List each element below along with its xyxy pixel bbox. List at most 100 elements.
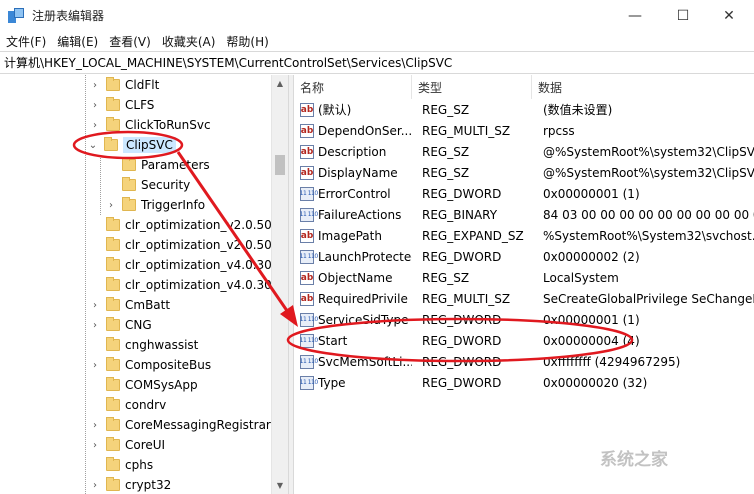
tree-item-label: CldFlt xyxy=(125,78,160,92)
tree-item[interactable]: › CLFS xyxy=(90,95,154,115)
tree-item[interactable]: › ClickToRunSvc xyxy=(90,115,211,135)
no-expander xyxy=(90,220,100,230)
column-header-name[interactable]: 名称 xyxy=(294,75,412,99)
expand-chevron-icon[interactable]: › xyxy=(90,440,100,451)
folder-icon xyxy=(122,177,136,191)
value-name-cell: ab Description xyxy=(300,141,412,162)
value-data-cell: @%SystemRoot%\system32\ClipSVC xyxy=(543,144,754,159)
value-row[interactable]: 011 110ServiceSidType REG_DWORD 0x00000001… xyxy=(294,309,754,330)
value-type-cell: REG_DWORD xyxy=(422,312,502,327)
value-data-cell: 0x00000002 (2) xyxy=(543,249,640,264)
menu-bar: 文件(F) 编辑(E) 查看(V) 收藏夹(A) 帮助(H) xyxy=(0,31,754,51)
scroll-down-arrow-icon[interactable]: ▼ xyxy=(272,477,288,494)
tree-item-label: ClipSVC xyxy=(123,137,176,153)
address-bar[interactable]: 计算机\HKEY_LOCAL_MACHINE\SYSTEM\CurrentCon… xyxy=(0,51,754,74)
close-icon: ✕ xyxy=(723,7,735,24)
expand-chevron-icon[interactable]: › xyxy=(90,100,100,111)
expand-chevron-icon[interactable]: ⌄ xyxy=(88,140,98,151)
tree-item[interactable]: clr_optimization_v2.0.5072 xyxy=(90,235,287,255)
tree-item[interactable]: › CNG xyxy=(90,315,152,335)
value-name-cell: 011 110FailureActions xyxy=(300,204,412,225)
maximize-button[interactable]: ☐ xyxy=(660,0,706,31)
tree-item[interactable]: › CoreUI xyxy=(90,435,165,455)
menu-file[interactable]: 文件(F) xyxy=(0,33,51,50)
tree-item[interactable]: › crypt32 xyxy=(90,475,171,494)
no-expander xyxy=(90,400,100,410)
value-row[interactable]: 011 110Type REG_DWORD 0x00000020 (32) xyxy=(294,372,754,393)
column-header-data[interactable]: 数据 xyxy=(532,75,754,99)
expand-chevron-icon[interactable]: › xyxy=(90,420,100,431)
tree-item[interactable]: ⌄ ClipSVC xyxy=(88,135,176,155)
value-data-cell: 0x00000020 (32) xyxy=(543,375,648,390)
value-row[interactable]: ab (默认) REG_SZ (数值未设置) xyxy=(294,99,754,120)
expand-chevron-icon[interactable]: › xyxy=(90,80,100,91)
menu-edit[interactable]: 编辑(E) xyxy=(51,33,103,50)
minimize-button[interactable]: — xyxy=(612,0,658,31)
value-type-cell: REG_DWORD xyxy=(422,333,502,348)
tree-scrollbar[interactable]: ▲ ▼ xyxy=(271,75,288,494)
folder-icon xyxy=(106,317,120,331)
value-row[interactable]: 011 110ErrorControl REG_DWORD 0x00000001 (… xyxy=(294,183,754,204)
value-row[interactable]: 011 110SvcMemSoftLi... REG_DWORD 0xfffffff… xyxy=(294,351,754,372)
folder-icon xyxy=(106,357,120,371)
expand-chevron-icon[interactable]: › xyxy=(90,120,100,131)
tree-item[interactable]: Security xyxy=(106,175,190,195)
tree-item[interactable]: COMSysApp xyxy=(90,375,198,395)
value-type-cell: REG_SZ xyxy=(422,102,470,117)
binary-value-icon: 011 110 xyxy=(300,354,318,369)
tree-item[interactable]: clr_optimization_v4.0.3031 xyxy=(90,275,287,295)
tree-item[interactable]: › CompositeBus xyxy=(90,355,211,375)
menu-help[interactable]: 帮助(H) xyxy=(220,33,273,50)
value-row[interactable]: 011 110Start REG_DWORD 0x00000004 (4) xyxy=(294,330,754,351)
string-value-icon: ab xyxy=(300,228,314,243)
value-type-cell: REG_MULTI_SZ xyxy=(422,291,511,306)
scroll-thumb[interactable] xyxy=(275,155,285,175)
tree-item[interactable]: clr_optimization_v4.0.3031 xyxy=(90,255,287,275)
value-row[interactable]: ab RequiredPrivile REG_MULTI_SZ SeCreateGlo… xyxy=(294,288,754,309)
tree-item[interactable]: › CmBatt xyxy=(90,295,170,315)
value-data-cell: LocalSystem xyxy=(543,270,619,285)
close-button[interactable]: ✕ xyxy=(706,0,752,31)
value-type-cell: REG_DWORD xyxy=(422,375,502,390)
value-name: Type xyxy=(318,375,346,390)
tree-item[interactable]: › CldFlt xyxy=(90,75,159,95)
no-expander xyxy=(90,280,100,290)
value-name: ObjectName xyxy=(318,270,393,285)
value-name: FailureActions xyxy=(318,207,402,222)
values-list-pane[interactable]: 名称 类型 数据 ab (默认) REG_SZ (数值未设置) ab DependOnSe… xyxy=(294,75,754,494)
tree-item[interactable]: Parameters xyxy=(106,155,210,175)
address-path[interactable]: 计算机\HKEY_LOCAL_MACHINE\SYSTEM\CurrentCon… xyxy=(4,54,452,71)
value-data-cell: 0x00000001 (1) xyxy=(543,312,640,327)
tree-item[interactable]: clr_optimization_v2.0.5072 xyxy=(90,215,287,235)
value-row[interactable]: ab Description REG_SZ @%SystemRoot%\system3… xyxy=(294,141,754,162)
value-row[interactable]: 011 110FailureActions REG_BINARY 84 03 00 … xyxy=(294,204,754,225)
expand-chevron-icon[interactable]: › xyxy=(90,360,100,371)
tree-item[interactable]: cphs xyxy=(90,455,153,475)
tree-item[interactable]: cnghwassist xyxy=(90,335,198,355)
value-name-cell: ab RequiredPrivile xyxy=(300,288,412,309)
value-row[interactable]: 011 110LaunchProtected REG_DWORD 0x0000000… xyxy=(294,246,754,267)
tree-item-label: condrv xyxy=(125,398,167,412)
menu-favorites[interactable]: 收藏夹(A) xyxy=(156,33,221,50)
tree-item[interactable]: › TriggerInfo xyxy=(106,195,205,215)
column-header-type[interactable]: 类型 xyxy=(412,75,532,99)
expand-chevron-icon[interactable]: › xyxy=(90,300,100,311)
menu-view[interactable]: 查看(V) xyxy=(103,33,156,50)
value-name: DependOnSer... xyxy=(318,123,412,138)
value-row[interactable]: ab ImagePath REG_EXPAND_SZ %SystemRoot%\Sys… xyxy=(294,225,754,246)
value-name-cell: 011 110ErrorControl xyxy=(300,183,412,204)
scroll-up-arrow-icon[interactable]: ▲ xyxy=(272,75,288,92)
tree-item[interactable]: condrv xyxy=(90,395,166,415)
value-row[interactable]: ab DisplayName REG_SZ @%SystemRoot%\system3… xyxy=(294,162,754,183)
no-expander xyxy=(90,340,100,350)
value-name: ErrorControl xyxy=(318,186,391,201)
key-tree-pane[interactable]: › CldFlt › CLFS › ClickToRunSvc ⌄ ClipSVC Parame… xyxy=(0,75,288,494)
expand-chevron-icon[interactable]: › xyxy=(90,480,100,491)
expand-chevron-icon[interactable]: › xyxy=(106,200,116,211)
value-name: (默认) xyxy=(318,103,352,117)
folder-icon xyxy=(106,237,120,251)
value-row[interactable]: ab ObjectName REG_SZ LocalSystem xyxy=(294,267,754,288)
expand-chevron-icon[interactable]: › xyxy=(90,320,100,331)
tree-item[interactable]: › CoreMessagingRegistrar xyxy=(90,415,271,435)
value-row[interactable]: ab DependOnSer... REG_MULTI_SZ rpcss xyxy=(294,120,754,141)
